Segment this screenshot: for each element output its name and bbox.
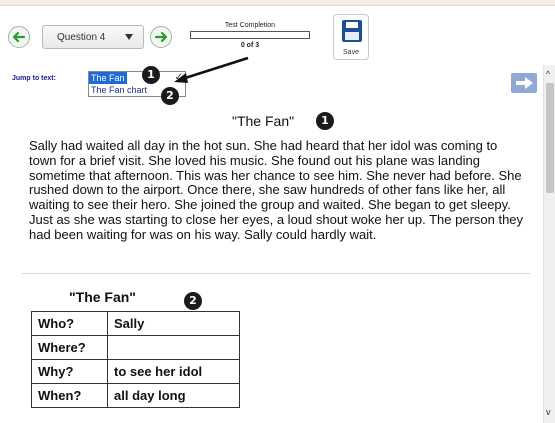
right-arrow-icon xyxy=(154,31,168,43)
chevron-down-icon xyxy=(125,34,133,40)
table-cell-question: Where? xyxy=(31,335,108,360)
callout-badge-1: 1 xyxy=(142,66,160,84)
callout-badge-2: 2 xyxy=(161,87,179,105)
progress-count: 0 of 3 xyxy=(240,42,260,49)
next-page-button[interactable] xyxy=(511,73,537,93)
table-row: Who? Sally xyxy=(31,311,240,336)
passage-title: "The Fan" xyxy=(232,113,295,129)
chart-title: "The Fan" xyxy=(69,289,136,305)
table-cell-answer[interactable]: Sally xyxy=(107,311,240,336)
table-row: When? all day long xyxy=(31,383,240,408)
the-fan-chart-table: Who? Sally Where? Why? to see her idol W… xyxy=(31,311,240,408)
question-select[interactable]: Question 4 xyxy=(42,25,144,49)
progress-label: Test Completion xyxy=(224,22,276,29)
table-cell-answer[interactable]: all day long xyxy=(107,383,240,408)
callout-badge-1: 1 xyxy=(316,112,334,130)
chevron-down-icon[interactable]: v xyxy=(546,407,551,417)
annotation-arrow xyxy=(174,56,249,83)
save-button[interactable]: Save xyxy=(333,14,369,60)
table-cell-question: Who? xyxy=(31,311,108,336)
left-arrow-icon xyxy=(12,31,26,43)
table-cell-answer[interactable]: to see her idol xyxy=(107,359,240,384)
previous-question-button[interactable] xyxy=(8,26,30,48)
callout-badge-2: 2 xyxy=(184,292,202,310)
divider xyxy=(22,273,530,274)
table-cell-question: Why? xyxy=(31,359,108,384)
right-arrow-icon xyxy=(516,77,533,89)
next-question-button[interactable] xyxy=(150,26,172,48)
table-cell-question: When? xyxy=(31,383,108,408)
jump-selected-option: The Fan xyxy=(89,72,127,84)
jump-to-text-label: Jump to text: xyxy=(12,75,56,82)
vertical-scrollbar[interactable]: ^ v xyxy=(543,65,555,423)
table-cell-answer[interactable] xyxy=(107,335,240,360)
scroll-thumb[interactable] xyxy=(546,83,554,193)
save-label: Save xyxy=(343,49,359,56)
toolbar: Question 4 Test Completion 0 of 3 Save xyxy=(0,6,555,62)
passage-text: Sally had waited all day in the hot sun.… xyxy=(29,138,524,242)
chevron-up-icon[interactable]: ^ xyxy=(546,69,550,79)
floppy-disk-icon xyxy=(342,20,362,42)
question-select-value: Question 4 xyxy=(57,31,106,43)
table-row: Where? xyxy=(31,335,240,360)
progress-bar xyxy=(190,31,310,39)
table-row: Why? to see her idol xyxy=(31,359,240,384)
